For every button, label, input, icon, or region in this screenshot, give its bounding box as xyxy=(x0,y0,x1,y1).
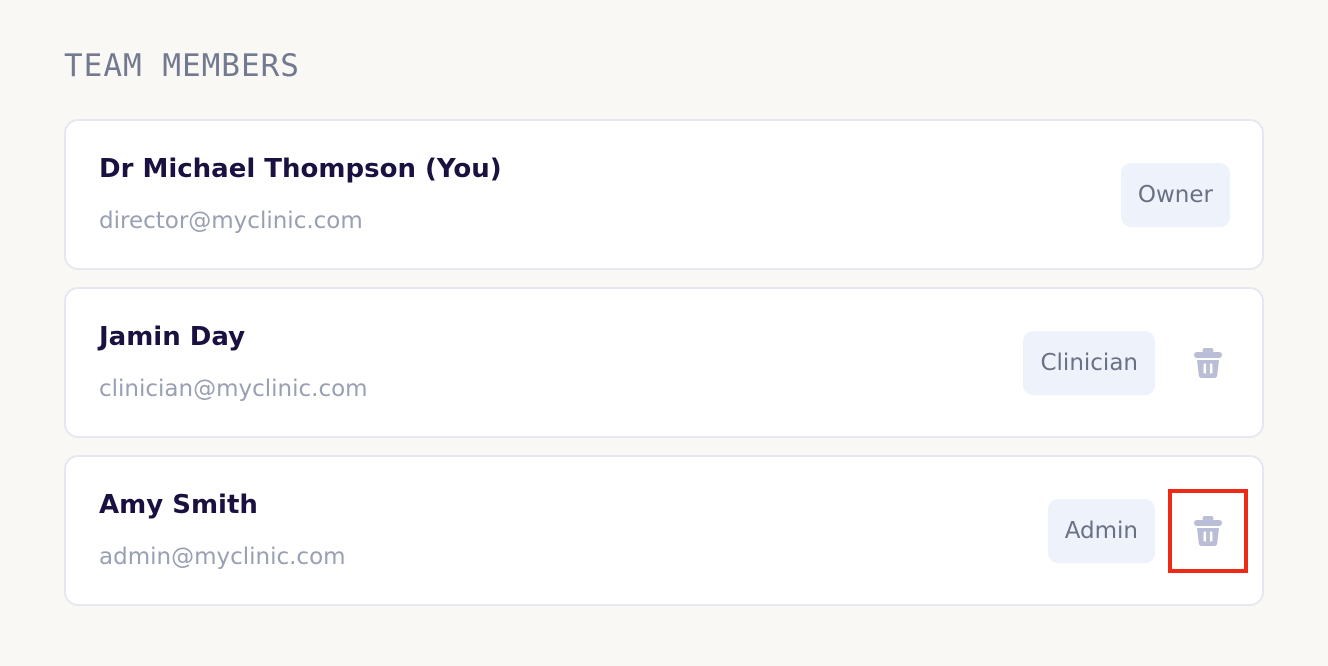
member-name: Dr Michael Thompson (You) xyxy=(99,154,502,184)
trash-icon xyxy=(1194,347,1222,378)
member-card-clinician: Jamin Day clinician@myclinic.com Clinici… xyxy=(64,287,1264,438)
member-actions: Clinician xyxy=(1023,289,1230,436)
member-card-admin: Amy Smith admin@myclinic.com Admin xyxy=(64,455,1264,606)
role-badge: Clinician xyxy=(1023,330,1155,395)
role-badge: Admin xyxy=(1047,498,1155,563)
member-actions: Owner xyxy=(1120,121,1230,268)
trash-icon xyxy=(1194,515,1222,546)
member-email: clinician@myclinic.com xyxy=(99,376,368,402)
member-email: admin@myclinic.com xyxy=(99,544,346,570)
member-name: Jamin Day xyxy=(99,322,246,352)
team-member-list: Dr Michael Thompson (You) director@mycli… xyxy=(64,119,1264,623)
delete-member-button[interactable] xyxy=(1168,321,1248,405)
member-card-owner: Dr Michael Thompson (You) director@mycli… xyxy=(64,119,1264,270)
delete-member-button[interactable] xyxy=(1168,488,1248,573)
member-name: Amy Smith xyxy=(99,490,258,520)
role-badge: Owner xyxy=(1120,162,1230,227)
member-email: director@myclinic.com xyxy=(99,208,363,234)
member-actions: Admin xyxy=(1047,457,1248,604)
section-title: TEAM MEMBERS xyxy=(64,48,300,84)
